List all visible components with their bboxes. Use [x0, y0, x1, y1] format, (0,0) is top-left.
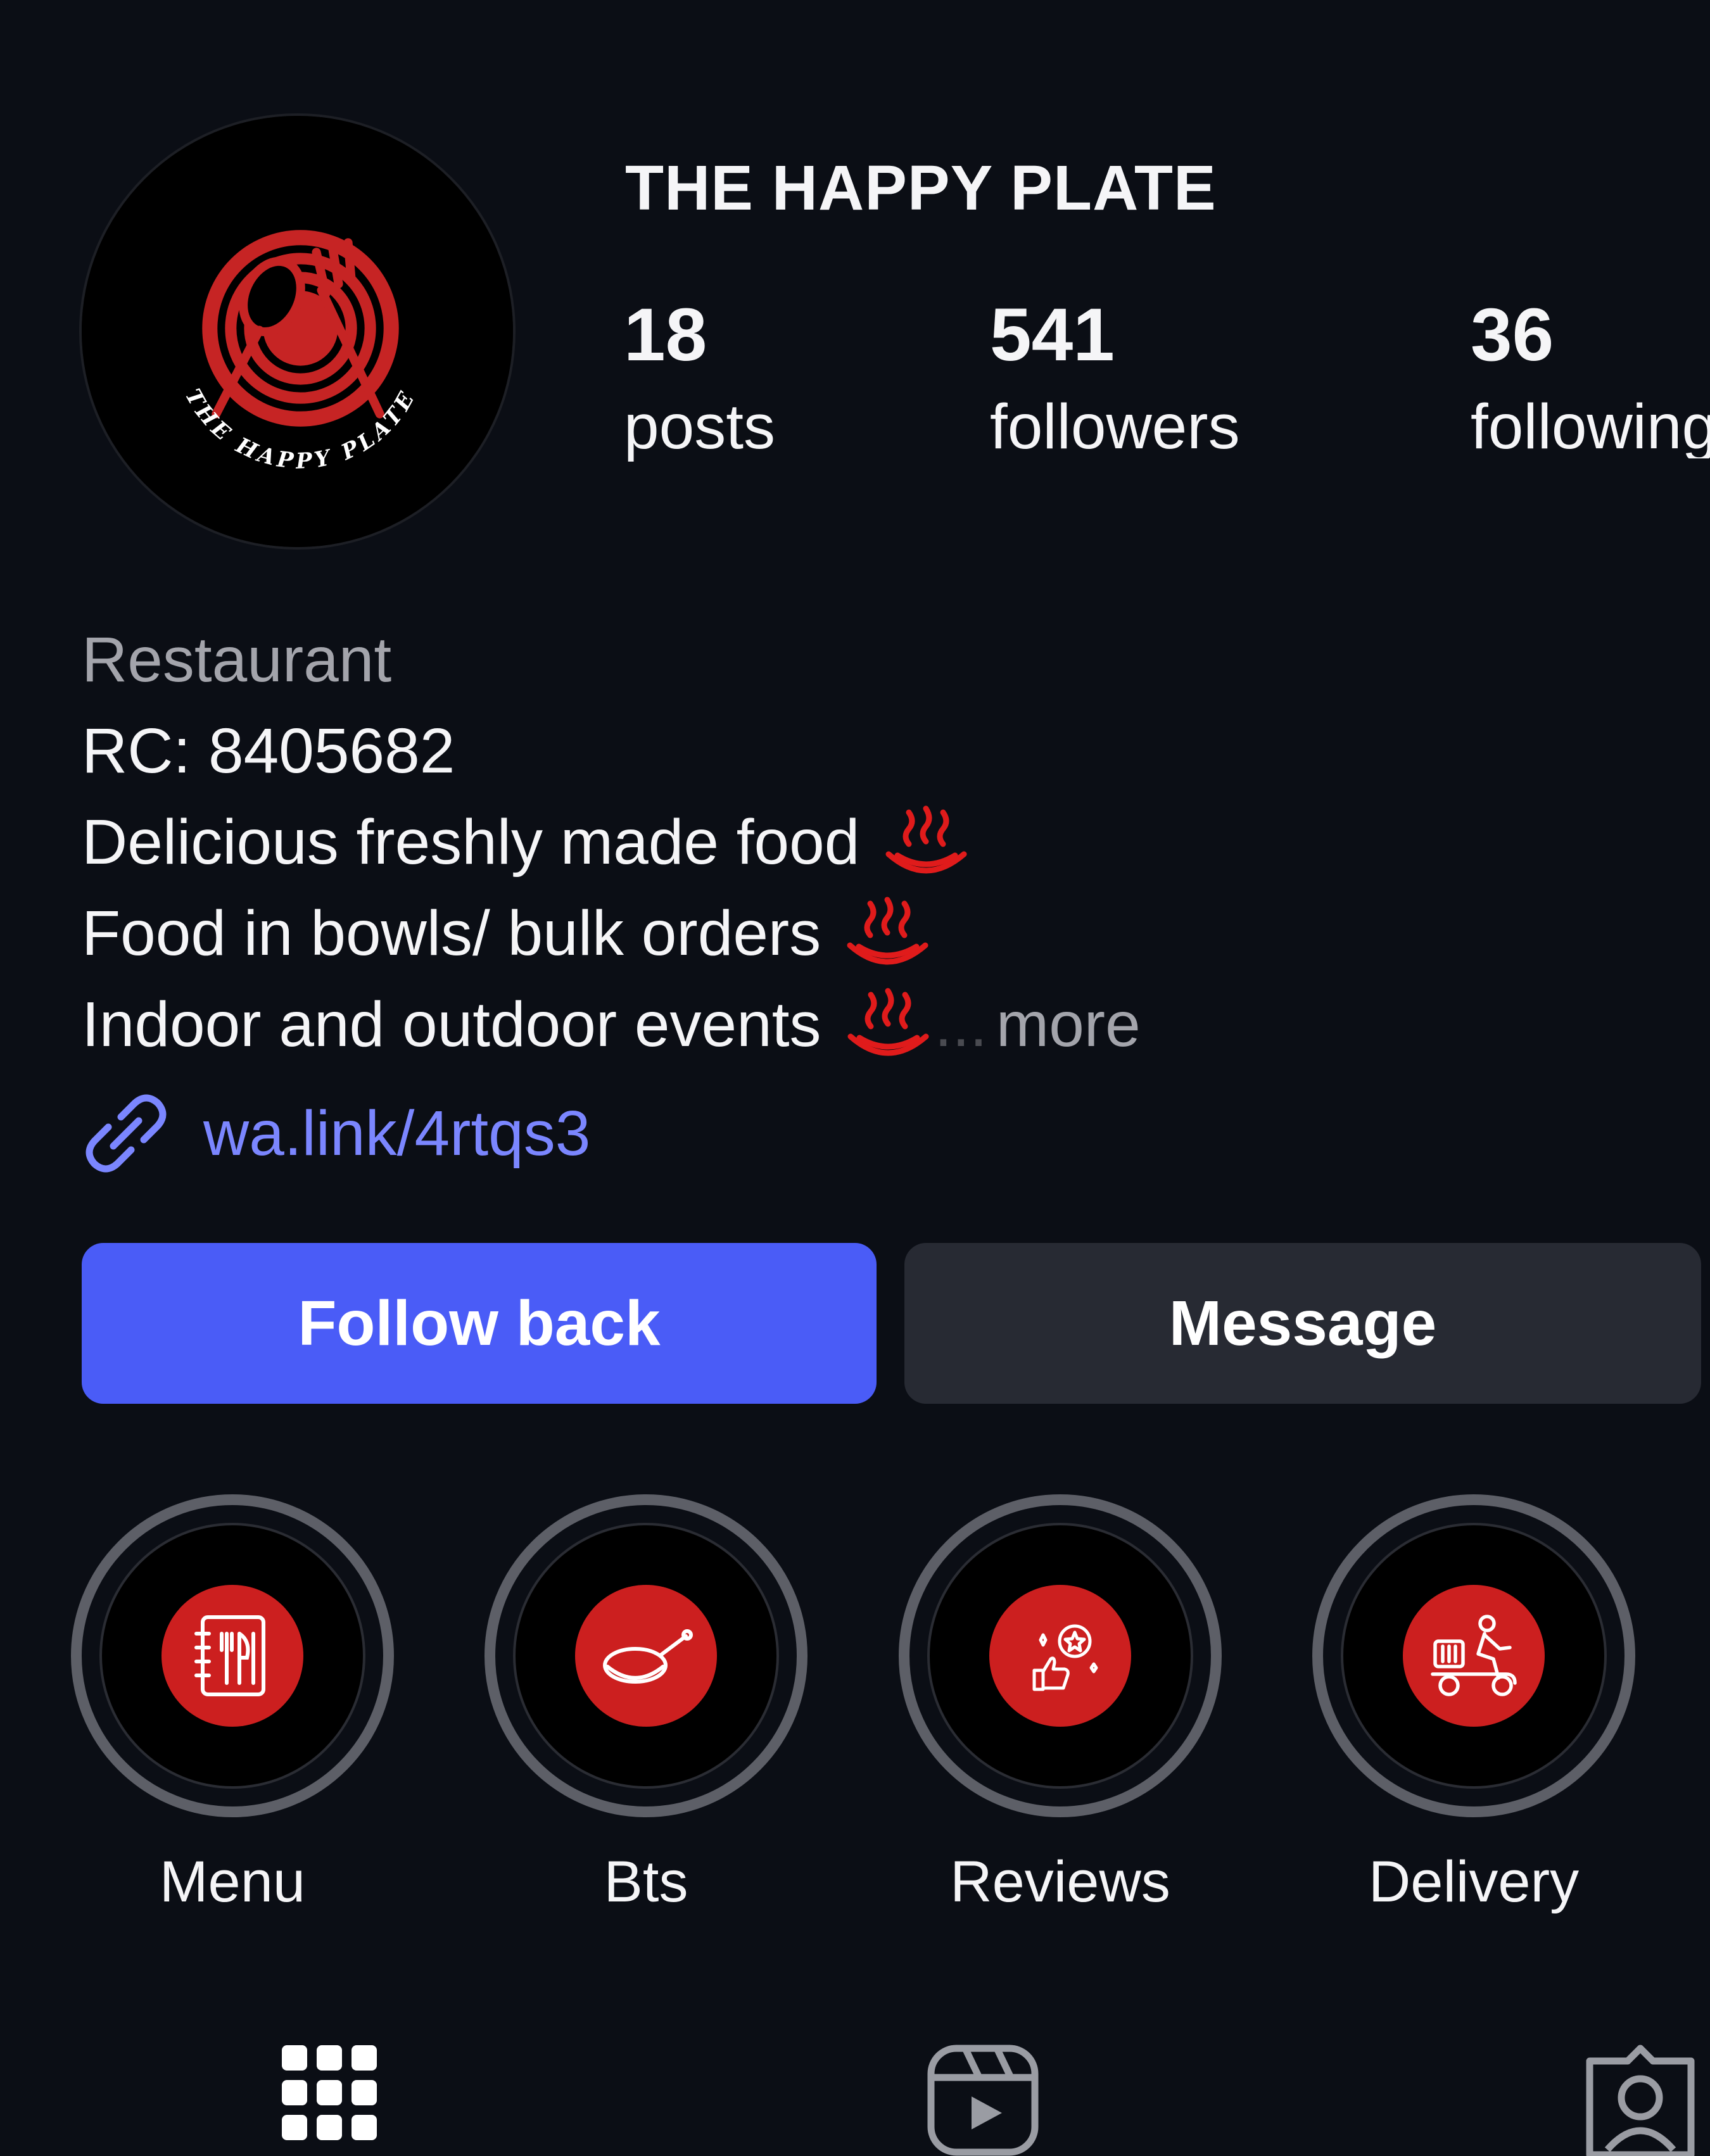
highlight-bts[interactable]: Bts: [484, 1494, 808, 1915]
bio-more-link[interactable]: more: [996, 979, 1141, 1070]
highlight-ring: [1312, 1494, 1635, 1817]
bio-ellipsis: ...: [934, 989, 987, 1060]
highlight-menu[interactable]: Menu: [71, 1494, 394, 1915]
reels-icon[interactable]: [926, 2042, 1040, 2156]
stat-following[interactable]: 36 following: [1471, 298, 1710, 458]
following-label: following: [1471, 391, 1710, 458]
highlight-label: Delivery: [1368, 1850, 1580, 1914]
menu-book-icon: [194, 1615, 265, 1696]
stat-posts[interactable]: 18 posts: [624, 298, 775, 458]
highlight-label: Reviews: [950, 1850, 1170, 1914]
highlight-delivery[interactable]: Delivery: [1312, 1494, 1635, 1915]
profile-avatar[interactable]: THE HAPPY PLATE: [82, 116, 513, 547]
reviews-icon: [1032, 1624, 1098, 1691]
delivery-scooter-icon: [1431, 1615, 1517, 1696]
followers-count: 541: [990, 293, 1115, 377]
highlight-ring: [71, 1494, 394, 1817]
link-icon: [86, 1094, 167, 1173]
bio-line: Food in bowls/ bulk orders: [82, 888, 1141, 979]
highlight-label: Bts: [604, 1850, 688, 1914]
followers-label: followers: [990, 391, 1240, 462]
bio-line: Indoor and outdoor events ... more: [82, 979, 1141, 1070]
following-count: 36: [1471, 298, 1554, 377]
profile-bio: Restaurant RC: 8405682 Delicious freshly…: [82, 614, 1141, 1070]
follow-back-button[interactable]: Follow back: [82, 1243, 877, 1404]
message-button[interactable]: Message: [904, 1243, 1701, 1404]
tagged-icon[interactable]: [1583, 2042, 1697, 2156]
highlight-ring: [484, 1494, 808, 1817]
stat-followers[interactable]: 541 followers: [990, 298, 1240, 458]
bio-category: Restaurant: [82, 624, 392, 695]
highlight-ring: [899, 1494, 1222, 1817]
status-bar-glyphs: [459, 0, 674, 6]
frying-pan-icon: [603, 1629, 693, 1684]
posts-label: posts: [624, 391, 776, 462]
profile-name: THE HAPPY PLATE: [625, 153, 1217, 224]
bio-line: Delicious freshly made food: [82, 797, 1141, 888]
hot-springs-icon: [847, 897, 928, 965]
highlight-reviews[interactable]: Reviews: [899, 1494, 1222, 1915]
hot-springs-icon: [847, 988, 929, 1056]
restaurant-logo-icon: THE HAPPY PLATE: [82, 116, 513, 547]
posts-count: 18: [624, 293, 707, 377]
grid-icon[interactable]: [272, 2042, 386, 2156]
profile-link[interactable]: wa.link/4rtqs3: [82, 1089, 590, 1178]
bio-line: RC: 8405682: [82, 716, 455, 786]
highlight-label: Menu: [159, 1850, 306, 1914]
hot-springs-icon: [885, 805, 967, 874]
link-text: wa.link/4rtqs3: [203, 1097, 591, 1169]
